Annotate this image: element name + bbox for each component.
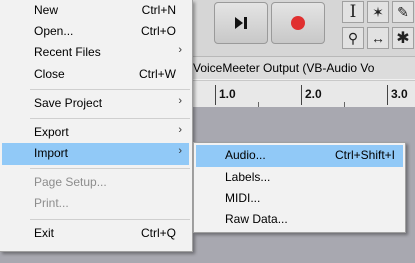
ruler-major-tick [387, 85, 388, 105]
menu-item-shortcut: Ctrl+W [139, 67, 176, 81]
submenu-item-audio[interactable]: Audio... Ctrl+Shift+I [196, 145, 403, 167]
menu-item-shortcut: Ctrl+O [140, 24, 176, 38]
import-submenu: Audio... Ctrl+Shift+I Labels... MIDI... … [193, 142, 406, 233]
menu-item-label: Print... [34, 196, 69, 210]
submenu-arrow-icon: › [178, 95, 182, 107]
time-shift-icon: ↔ [371, 30, 385, 46]
pencil-icon: ✎ [397, 3, 409, 20]
menu-item-label: Exit [34, 226, 55, 240]
record-icon [291, 16, 305, 30]
magnifier-icon: ⚲ [347, 29, 359, 46]
submenu-item-label: Raw Data... [225, 212, 288, 226]
menu-item-label: Import [34, 146, 69, 160]
ruler-label: 1.0 [219, 87, 236, 101]
menu-item-print: Print... [2, 193, 189, 215]
skip-to-end-button[interactable] [214, 2, 268, 44]
ruler-label: 2.0 [305, 87, 322, 101]
record-button[interactable] [271, 2, 325, 44]
menu-item-label: New [34, 3, 59, 17]
menu-separator [30, 89, 190, 90]
skip-to-end-icon [235, 17, 247, 29]
file-menu: New Ctrl+N Open... Ctrl+O Recent Files ›… [0, 0, 193, 252]
menu-item-import[interactable]: Import › [2, 143, 189, 165]
draw-tool-button[interactable]: ✎ [392, 1, 414, 23]
menu-item-shortcut: Ctrl+N [141, 3, 176, 17]
menu-separator [30, 219, 190, 220]
multi-tool-button[interactable]: ✱ [392, 27, 414, 49]
menu-item-shortcut: Ctrl+Q [140, 226, 176, 240]
menu-item-label: Export [34, 125, 69, 139]
menu-item-label: Recent Files [34, 45, 101, 59]
selection-tool-button[interactable]: I [342, 1, 364, 23]
menu-item-recent-files[interactable]: Recent Files › [2, 42, 189, 64]
multi-tool-icon: ✱ [396, 30, 410, 47]
menu-item-save-project[interactable]: Save Project › [2, 93, 189, 115]
menu-separator [30, 168, 190, 169]
menu-item-open[interactable]: Open... Ctrl+O [2, 21, 189, 43]
recording-device-select[interactable]: VoiceMeeter Output (VB-Audio Vo [193, 61, 374, 75]
submenu-item-label: Labels... [225, 170, 271, 184]
menu-item-exit[interactable]: Exit Ctrl+Q [2, 223, 189, 245]
submenu-arrow-icon: › [178, 124, 182, 136]
menu-item-close[interactable]: Close Ctrl+W [2, 64, 189, 86]
menu-item-label: Close [34, 67, 65, 81]
submenu-item-raw-data[interactable]: Raw Data... [196, 209, 403, 231]
menu-item-label: Open... [34, 24, 74, 38]
envelope-icon: ✶ [372, 3, 384, 20]
menu-item-label: Page Setup... [34, 175, 107, 189]
ruler-label: 3.0 [391, 87, 408, 101]
time-shift-tool-button[interactable]: ↔ [367, 27, 389, 49]
submenu-item-labels[interactable]: Labels... [196, 167, 403, 189]
envelope-tool-button[interactable]: ✶ [367, 1, 389, 23]
ruler-major-tick [301, 85, 302, 105]
menu-item-page-setup: Page Setup... [2, 172, 189, 194]
ruler-major-tick [215, 85, 216, 105]
submenu-item-label: MIDI... [225, 191, 261, 205]
i-beam-icon: I [349, 2, 357, 22]
menu-separator [30, 118, 190, 119]
menu-item-new[interactable]: New Ctrl+N [2, 0, 189, 22]
zoom-tool-button[interactable]: ⚲ [342, 27, 364, 49]
menu-item-label: Save Project [34, 96, 103, 110]
submenu-item-midi[interactable]: MIDI... [196, 188, 403, 210]
submenu-item-label: Audio... [225, 148, 266, 162]
submenu-arrow-icon: › [178, 145, 182, 157]
submenu-arrow-icon: › [178, 44, 182, 56]
submenu-item-shortcut: Ctrl+Shift+I [334, 148, 395, 162]
menu-item-export[interactable]: Export › [2, 122, 189, 144]
